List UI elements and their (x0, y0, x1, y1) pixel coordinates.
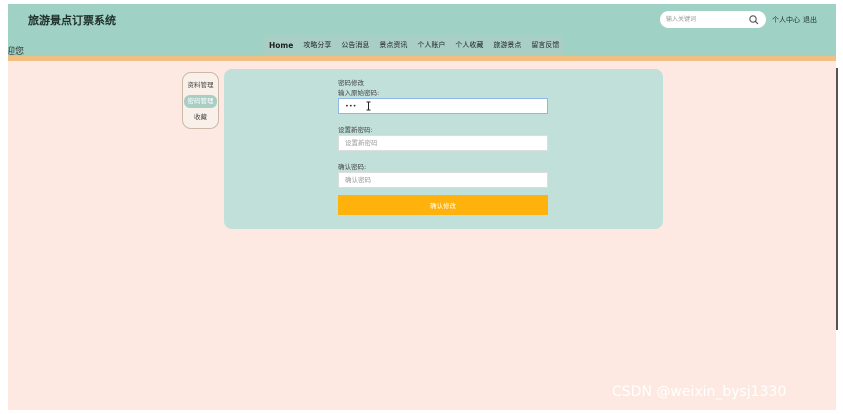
search-box (660, 11, 766, 28)
old-password-wrap (338, 98, 548, 114)
watermark: CSDN @weixin_bysj1330 (612, 384, 787, 400)
password-panel: 密码修改 输入原始密码: 设置新密码: 确认密码: 确认修改 (224, 69, 663, 229)
new-password-label: 设置新密码: (338, 126, 373, 134)
confirm-password-label: 确认密码: (338, 163, 367, 171)
page-scrollbar[interactable] (836, 68, 838, 330)
text-cursor-icon (366, 101, 371, 111)
search-icon[interactable] (748, 14, 760, 26)
side-menu: 资料管理 密码管理 收藏 (182, 72, 219, 129)
old-password-label: 输入原始密码: (338, 89, 380, 97)
page: 旅游景点订票系统 迎您 个人中心 退出 Home 攻略分享 公告消息 景点资讯 … (8, 4, 836, 410)
nav-attraction-news[interactable]: 景点资讯 (374, 35, 412, 56)
confirm-password-field[interactable] (338, 172, 548, 188)
nav-feedback[interactable]: 留言反馈 (526, 35, 564, 56)
nav-announcements[interactable]: 公告消息 (336, 35, 374, 56)
new-password-field[interactable] (338, 135, 548, 151)
accent-strip (8, 56, 836, 61)
user-center-link[interactable]: 个人中心 (772, 15, 800, 25)
nav-home[interactable]: Home (264, 35, 298, 56)
side-item-favorites[interactable]: 收藏 (184, 111, 217, 124)
nav-personal-account[interactable]: 个人账户 (412, 35, 450, 56)
nav-personal-favorites[interactable]: 个人收藏 (450, 35, 488, 56)
main-nav: Home 攻略分享 公告消息 景点资讯 个人账户 个人收藏 旅游景点 留言反馈 (264, 35, 565, 56)
side-item-password[interactable]: 密码管理 (184, 95, 217, 108)
nav-strategy-share[interactable]: 攻略分享 (298, 35, 336, 56)
nav-attractions[interactable]: 旅游景点 (488, 35, 526, 56)
form-title: 密码修改 (338, 79, 364, 87)
logout-link[interactable]: 退出 (803, 15, 817, 25)
header: 旅游景点订票系统 迎您 个人中心 退出 Home 攻略分享 公告消息 景点资讯 … (8, 4, 836, 57)
search-input[interactable] (666, 13, 744, 26)
side-item-profile[interactable]: 资料管理 (184, 79, 217, 92)
site-title: 旅游景点订票系统 (28, 14, 116, 27)
password-form: 密码修改 输入原始密码: 设置新密码: 确认密码: 确认修改 (338, 78, 548, 215)
confirm-change-button[interactable]: 确认修改 (338, 195, 548, 215)
